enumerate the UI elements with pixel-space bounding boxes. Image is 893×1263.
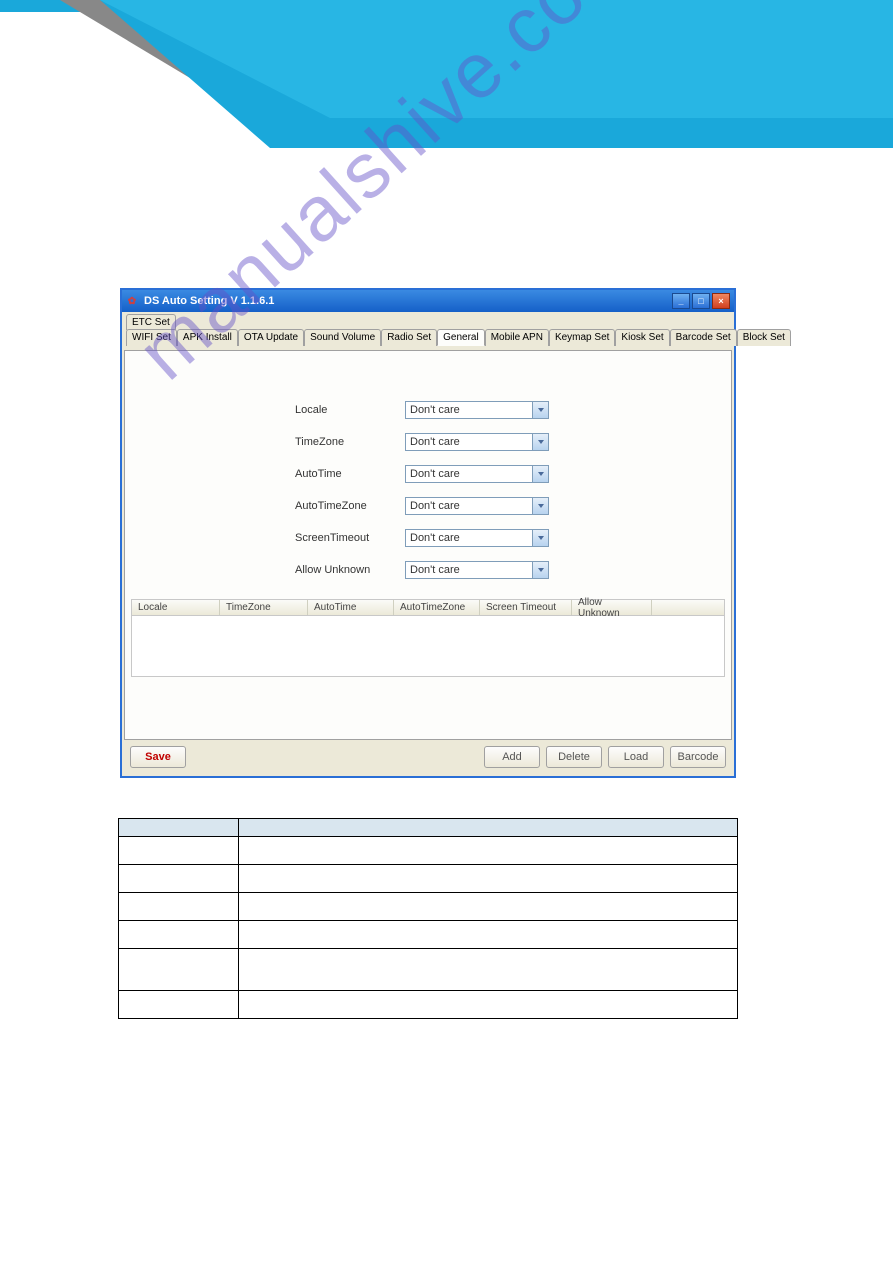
tab-general[interactable]: General [437, 329, 485, 346]
tab-panel-general: Locale Don't care TimeZone Don't care Au… [124, 350, 732, 740]
cell-name [119, 991, 239, 1019]
combo-screentimeout-value: Don't care [410, 532, 460, 544]
combo-locale[interactable]: Don't care [405, 401, 549, 419]
combo-screentimeout[interactable]: Don't care [405, 529, 549, 547]
table-row [119, 921, 738, 949]
label-autotime: AutoTime [295, 468, 405, 480]
cell-desc [239, 991, 738, 1019]
tab-kiosk-set[interactable]: Kiosk Set [615, 329, 669, 346]
combo-timezone-value: Don't care [410, 436, 460, 448]
combo-autotimezone[interactable]: Don't care [405, 497, 549, 515]
combo-autotime[interactable]: Don't care [405, 465, 549, 483]
chevron-down-icon [532, 434, 548, 450]
titlebar: ✿ DS Auto Setting V 1.1.6.1 _ □ × [122, 290, 734, 312]
row-timezone: TimeZone Don't care [295, 433, 731, 451]
cell-name [119, 837, 239, 865]
tab-wifi-set[interactable]: WIFI Set [126, 329, 177, 346]
combo-locale-value: Don't care [410, 404, 460, 416]
maximize-button[interactable]: □ [692, 293, 710, 309]
row-locale: Locale Don't care [295, 401, 731, 419]
chevron-down-icon [532, 402, 548, 418]
barcode-button[interactable]: Barcode [670, 746, 726, 768]
table-row [119, 991, 738, 1019]
label-autotimezone: AutoTimeZone [295, 500, 405, 512]
chevron-down-icon [532, 498, 548, 514]
add-button[interactable]: Add [484, 746, 540, 768]
load-button[interactable]: Load [608, 746, 664, 768]
tab-block-set[interactable]: Block Set [737, 329, 791, 346]
table-row [119, 865, 738, 893]
col-locale[interactable]: Locale [132, 600, 220, 615]
page-banner [0, 0, 893, 180]
window-title: DS Auto Setting V 1.1.6.1 [144, 295, 274, 307]
cell-name [119, 865, 239, 893]
list-body[interactable] [132, 616, 724, 676]
label-allowunknown: Allow Unknown [295, 564, 405, 576]
combo-allowunknown-value: Don't care [410, 564, 460, 576]
row-screentimeout: ScreenTimeout Don't care [295, 529, 731, 547]
row-allowunknown: Allow Unknown Don't care [295, 561, 731, 579]
tab-radio-set[interactable]: Radio Set [381, 329, 437, 346]
cell-desc [239, 865, 738, 893]
tab-keymap-set[interactable]: Keymap Set [549, 329, 615, 346]
tab-row-main: WIFI Set APK Install OTA Update Sound Vo… [124, 329, 732, 346]
action-row: Save Add Delete Load Barcode [124, 740, 732, 770]
chevron-down-icon [532, 562, 548, 578]
tab-mobile-apn[interactable]: Mobile APN [485, 329, 549, 346]
tab-sound-volume[interactable]: Sound Volume [304, 329, 381, 346]
table-row [119, 949, 738, 991]
table-row [119, 837, 738, 865]
table-row [119, 893, 738, 921]
list-header-row: Locale TimeZone AutoTime AutoTimeZone Sc… [132, 600, 724, 616]
cell-name [119, 921, 239, 949]
cell-desc [239, 837, 738, 865]
combo-timezone[interactable]: Don't care [405, 433, 549, 451]
col-allowunknown[interactable]: Allow Unknown [572, 600, 652, 615]
row-autotime: AutoTime Don't care [295, 465, 731, 483]
info-header-name [119, 819, 239, 837]
form-area: Locale Don't care TimeZone Don't care Au… [295, 401, 731, 579]
label-locale: Locale [295, 404, 405, 416]
chevron-down-icon [532, 466, 548, 482]
tab-barcode-set[interactable]: Barcode Set [670, 329, 737, 346]
cell-name [119, 949, 239, 991]
app-body: ETC Set WIFI Set APK Install OTA Update … [122, 312, 734, 776]
combo-autotime-value: Don't care [410, 468, 460, 480]
app-window: ✿ DS Auto Setting V 1.1.6.1 _ □ × ETC Se… [120, 288, 736, 778]
tab-etc-set[interactable]: ETC Set [126, 314, 176, 330]
info-header-desc [239, 819, 738, 837]
cell-desc [239, 893, 738, 921]
tab-apk-install[interactable]: APK Install [177, 329, 238, 346]
row-autotimezone: AutoTimeZone Don't care [295, 497, 731, 515]
info-table [118, 818, 738, 1019]
cell-desc [239, 921, 738, 949]
combo-autotimezone-value: Don't care [410, 500, 460, 512]
tab-ota-update[interactable]: OTA Update [238, 329, 304, 346]
window-controls: _ □ × [672, 293, 730, 309]
delete-button[interactable]: Delete [546, 746, 602, 768]
chevron-down-icon [532, 530, 548, 546]
col-screentimeout[interactable]: Screen Timeout [480, 600, 572, 615]
col-timezone[interactable]: TimeZone [220, 600, 308, 615]
tab-row-top: ETC Set [124, 314, 732, 330]
combo-allowunknown[interactable]: Don't care [405, 561, 549, 579]
col-autotime[interactable]: AutoTime [308, 600, 394, 615]
col-autotimezone[interactable]: AutoTimeZone [394, 600, 480, 615]
list-area: Locale TimeZone AutoTime AutoTimeZone Sc… [131, 599, 725, 677]
label-timezone: TimeZone [295, 436, 405, 448]
close-button[interactable]: × [712, 293, 730, 309]
minimize-button[interactable]: _ [672, 293, 690, 309]
cell-name [119, 893, 239, 921]
save-button[interactable]: Save [130, 746, 186, 768]
label-screentimeout: ScreenTimeout [295, 532, 405, 544]
cell-desc [239, 949, 738, 991]
app-icon: ✿ [126, 295, 138, 307]
